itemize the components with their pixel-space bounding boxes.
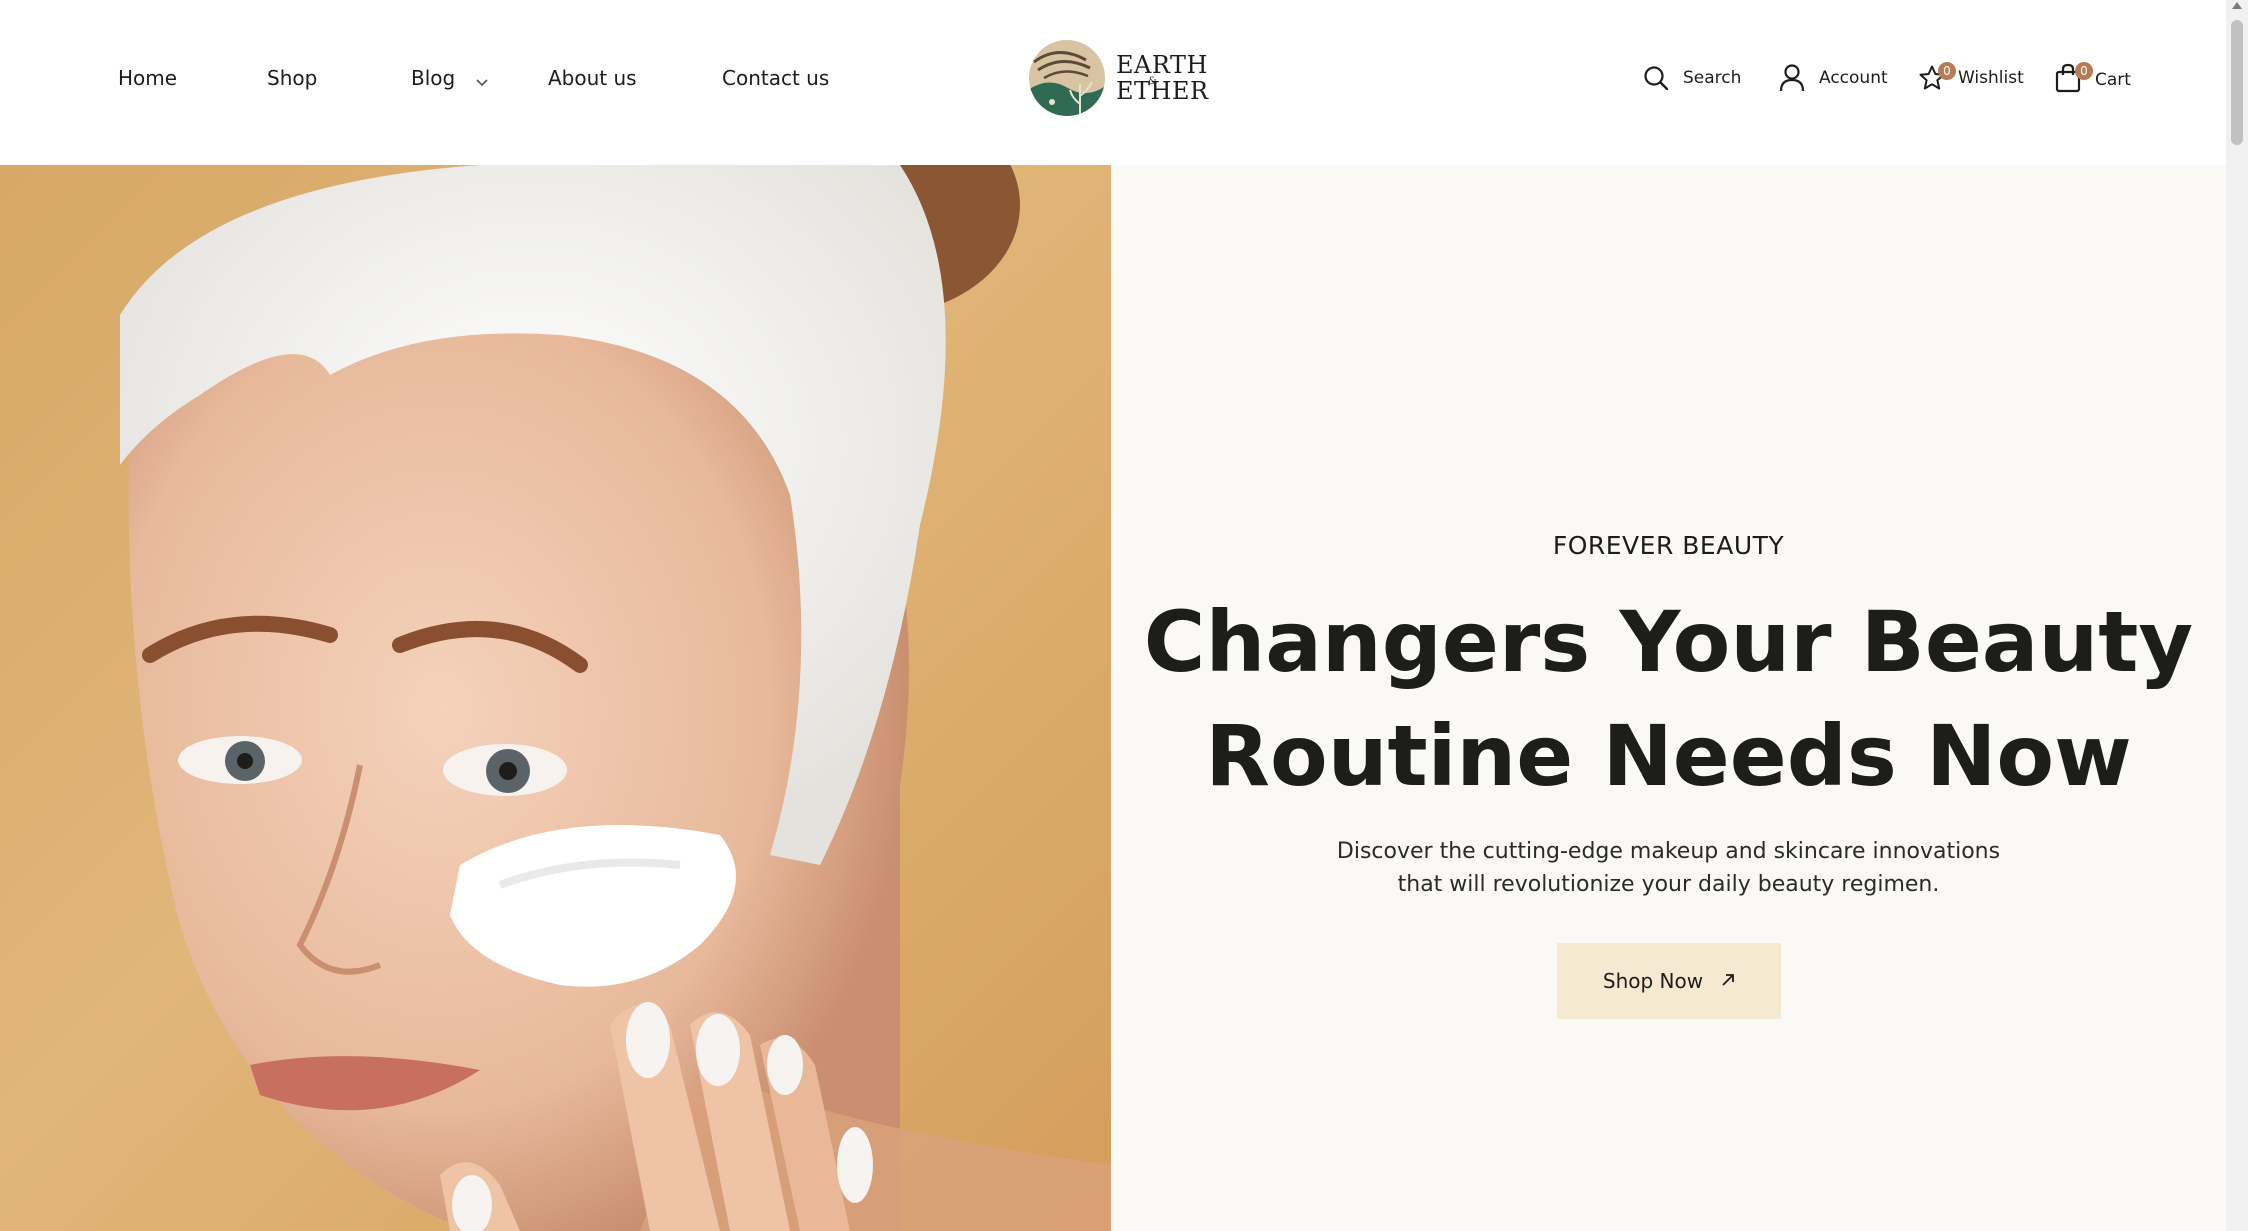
user-icon [1779, 64, 1805, 92]
logo-line2: ETHER [1116, 77, 1209, 105]
scroll-thumb[interactable] [2231, 20, 2243, 145]
cart-label: Cart [2095, 70, 2131, 90]
hero-eyebrow: FOREVER BEAUTY [1552, 531, 1785, 560]
logo-line1: EARTH [1116, 51, 1208, 79]
nav-blog-label: Blog [411, 66, 456, 90]
brand-logo[interactable]: EARTH ETHER & [1028, 38, 1208, 122]
shop-now-button[interactable]: Shop Now [1557, 943, 1781, 1019]
hero-content: FOREVER BEAUTY Changers Your Beauty Rout… [1111, 165, 2226, 1231]
hero-description: Discover the cutting-edge makeup and ski… [1336, 839, 2001, 897]
hero-headline-line1: Changers Your Beauty [1143, 593, 2194, 691]
scroll-up-arrow-icon[interactable] [2232, 2, 2242, 9]
chevron-down-icon [476, 66, 488, 94]
logo-ampersand: & [1148, 76, 1157, 87]
account-button[interactable]: Account [1779, 58, 1888, 98]
wishlist-button[interactable]: 0 Wishlist [1918, 58, 2024, 98]
wishlist-label: Wishlist [1958, 68, 2024, 88]
cart-button[interactable]: 0 Cart [2055, 58, 2131, 98]
hero-headline: Changers Your Beauty Routine Needs Now [1111, 585, 2226, 813]
nav-shop[interactable]: Shop [267, 64, 317, 92]
page-scrollbar[interactable] [2226, 0, 2248, 1231]
search-label: Search [1683, 68, 1742, 88]
site-header: Home Shop Blog About us Contact us EARTH… [0, 0, 2226, 165]
logo-emblem-icon [1029, 40, 1105, 116]
wishlist-count-badge: 0 [1938, 62, 1956, 80]
search-icon [1644, 66, 1669, 91]
shop-now-label: Shop Now [1602, 969, 1704, 993]
woman-skincare-photo [120, 165, 1111, 1231]
hero-headline-line2: Routine Needs Now [1205, 707, 2132, 805]
search-button[interactable]: Search [1643, 58, 1741, 98]
nav-home[interactable]: Home [118, 64, 177, 92]
arrow-up-right-icon [1721, 971, 1735, 992]
account-label: Account [1819, 68, 1888, 88]
nav-about[interactable]: About us [548, 64, 637, 92]
cart-count-badge: 0 [2075, 62, 2093, 80]
nav-contact[interactable]: Contact us [722, 64, 829, 92]
logo-text: EARTH ETHER [1116, 52, 1209, 104]
nav-blog[interactable]: Blog [411, 64, 488, 94]
hero-image [0, 165, 1111, 1231]
